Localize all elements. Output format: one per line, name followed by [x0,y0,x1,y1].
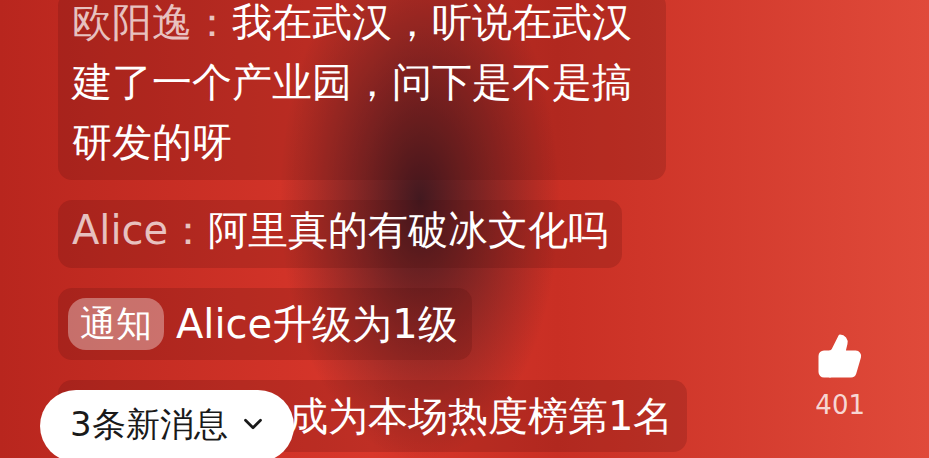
thumbs-up-icon [816,332,864,380]
new-messages-button[interactable]: 3条新消息 [40,390,294,458]
notice-text: Alice升级为1级 [176,294,458,354]
notice-message: 通知Alice升级为1级 [58,288,472,360]
user-name[interactable]: Alice： [72,207,208,253]
chat-list: 欧阳逸：我在武汉，听说在武汉建了一个产业园，问下是不是搞研发的呀 Alice：阿里… [0,0,929,452]
chat-message: 欧阳逸：我在武汉，听说在武汉建了一个产业园，问下是不是搞研发的呀 [58,0,666,180]
user-name[interactable]: 欧阳逸： [72,0,232,45]
chevron-down-icon [238,409,268,439]
chat-message: Alice：阿里真的有破冰文化吗 [58,200,622,268]
new-messages-label: 3条新消息 [70,398,228,450]
message-text: 阿里真的有破冰文化吗 [208,207,608,253]
notice-badge: 通知 [68,298,164,350]
like-count: 401 [815,390,865,420]
live-stream: 欧阳逸：我在武汉，听说在武汉建了一个产业园，问下是不是搞研发的呀 Alice：阿里… [0,0,929,458]
like-button[interactable]: 401 [815,332,865,420]
